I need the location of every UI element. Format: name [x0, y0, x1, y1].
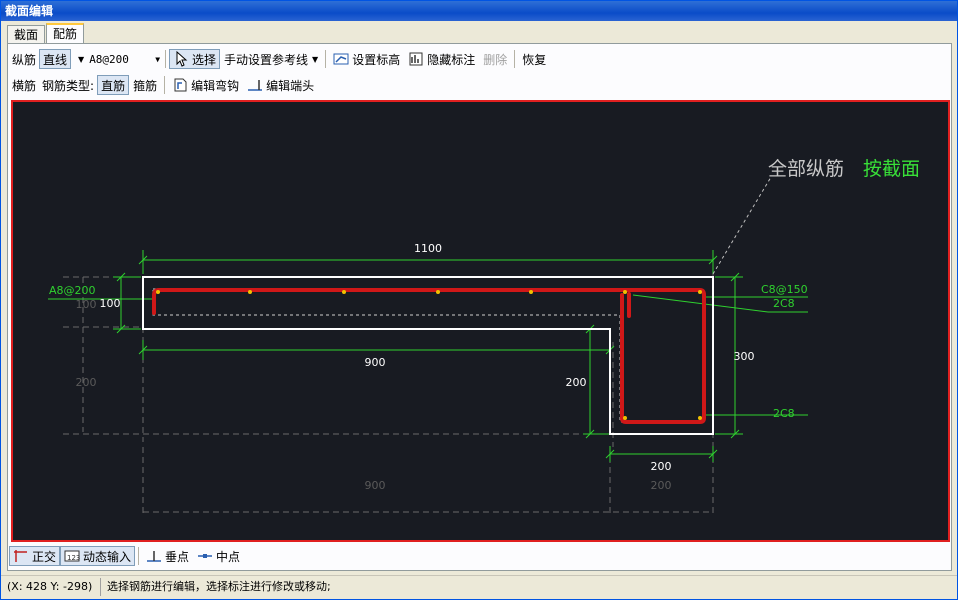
label-top-bars[interactable]: 2C8 — [773, 297, 795, 310]
line-mode-button[interactable]: 直线 — [39, 49, 72, 69]
dynamic-input-button[interactable]: 123 动态输入 — [60, 546, 136, 566]
dim-text-flange-length[interactable]: 900 — [365, 356, 386, 369]
straight-rebar-button[interactable]: 直筋 — [97, 75, 130, 95]
ghost-dim-text: 900 — [365, 479, 386, 492]
select-button[interactable]: 选择 — [169, 49, 221, 69]
hide-annotation-button[interactable]: 隐藏标注 — [404, 49, 479, 69]
edit-hook-button[interactable]: 编辑弯钩 — [168, 75, 243, 95]
dynamic-input-label: 动态输入 — [83, 549, 132, 564]
edit-hook-label: 编辑弯钩 — [191, 78, 240, 93]
perpendicular-label: 垂点 — [165, 549, 190, 564]
toolbar-longitudinal: 纵筋 直线 ▼ A8@200 ▼ 选择 手动设置参考线 ▼ 设置标高 隐藏标注 … — [9, 47, 550, 71]
restore-button[interactable]: 恢复 — [518, 49, 550, 69]
dim-text-left-height[interactable]: 100 — [100, 297, 121, 310]
toolbar-separator — [138, 547, 140, 565]
edit-end-button[interactable]: 编辑端头 — [243, 75, 318, 95]
label-bottom-bars[interactable]: 2C8 — [773, 407, 795, 420]
callout-suffix[interactable]: 按截面 — [863, 158, 920, 180]
snap-toolbar: 正交 123 动态输入 垂点 中点 — [9, 545, 244, 567]
longitudinal-label: 纵筋 — [12, 52, 37, 67]
dynamic-input-icon: 123 — [64, 548, 80, 564]
tab-reinforcement[interactable]: 配筋 — [46, 23, 85, 44]
perpendicular-icon — [146, 548, 162, 564]
callout-leader — [712, 176, 772, 275]
midpoint-label: 中点 — [216, 549, 241, 564]
chevron-down-icon: ▼ — [155, 54, 161, 64]
hide-annotation-label: 隐藏标注 — [427, 52, 476, 67]
status-bar: (X: 428 Y: -298) 选择钢筋进行编辑，选择标注进行修改或移动; — [1, 575, 957, 597]
dim-text-web-width[interactable]: 200 — [651, 460, 672, 473]
elevation-icon — [333, 51, 349, 67]
end-icon — [247, 77, 263, 93]
line-mode-dropdown[interactable]: ▼ — [71, 49, 87, 69]
ortho-button[interactable]: 正交 — [9, 546, 61, 566]
midpoint-icon — [197, 548, 213, 564]
ghost-dim-text: 200 — [76, 376, 97, 389]
edit-end-label: 编辑端头 — [266, 78, 315, 93]
label-stirrup[interactable]: C8@150 — [761, 283, 808, 296]
window-title: 截面编辑 — [1, 1, 957, 21]
toolbar-transverse: 横筋 钢筋类型: 直筋 箍筋 编辑弯钩 编辑端头 — [9, 73, 318, 97]
dimension-lines — [48, 250, 808, 462]
rebar-type-label: 钢筋类型: — [42, 78, 95, 93]
perpendicular-snap-button[interactable]: 垂点 — [142, 546, 193, 566]
ghost-dim-text: 200 — [651, 479, 672, 492]
ortho-icon — [13, 548, 29, 564]
manual-reference-line-button[interactable]: 手动设置参考线 ▼ — [220, 49, 322, 69]
rebar-spec-value: A8@200 — [89, 52, 129, 66]
set-elevation-button[interactable]: 设置标高 — [329, 49, 404, 69]
ortho-label: 正交 — [32, 549, 57, 564]
transverse-label: 横筋 — [12, 78, 37, 93]
toolbar-separator — [164, 76, 166, 94]
label-left-rebar[interactable]: A8@200 — [49, 284, 96, 297]
ghost-dim-text: 100 — [76, 298, 97, 311]
section-editor-window: 截面编辑 截面 配筋 纵筋 直线 ▼ A8@200 ▼ 选择 手动设置参考线 ▼ — [0, 0, 958, 600]
rebar-group[interactable] — [152, 288, 706, 424]
rebar-spec-select[interactable]: A8@200 ▼ — [87, 50, 162, 69]
toolbar-separator — [165, 50, 167, 68]
status-message: 选择钢筋进行编辑，选择标注进行修改或移动; — [107, 579, 331, 593]
toolbar-separator — [325, 50, 327, 68]
manual-reference-line-label: 手动设置参考线 — [224, 52, 309, 67]
section-drawing: 100 200 900 200 1100 100 900 200 300 200… — [48, 158, 920, 517]
rebar-main — [152, 288, 706, 424]
dim-text-top-width[interactable]: 1100 — [414, 242, 442, 255]
hook-icon — [172, 77, 188, 93]
tab-section[interactable]: 截面 — [7, 25, 46, 44]
chevron-down-icon: ▼ — [78, 54, 85, 64]
tab-strip: 截面 配筋 — [7, 23, 85, 44]
delete-button[interactable]: 删除 — [479, 49, 511, 69]
toolbar-separator — [514, 50, 516, 68]
svg-text:123: 123 — [67, 554, 80, 562]
select-label: 选择 — [192, 52, 217, 67]
drawing-canvas[interactable]: 100 200 900 200 1100 100 900 200 300 200… — [11, 100, 950, 542]
hide-annotation-icon — [408, 51, 424, 67]
stirrup-button[interactable]: 箍筋 — [129, 75, 161, 95]
cursor-arrow-icon — [173, 50, 189, 67]
dim-text-total-height[interactable]: 300 — [734, 350, 755, 363]
dim-text-web-height[interactable]: 200 — [566, 376, 587, 389]
midpoint-snap-button[interactable]: 中点 — [193, 546, 244, 566]
coordinate-readout: (X: 428 Y: -298) — [1, 577, 101, 596]
callout-prefix[interactable]: 全部纵筋 — [768, 158, 844, 180]
chevron-down-icon: ▼ — [312, 54, 319, 64]
set-elevation-label: 设置标高 — [352, 52, 401, 67]
ghost-reference-lines — [63, 267, 714, 517]
